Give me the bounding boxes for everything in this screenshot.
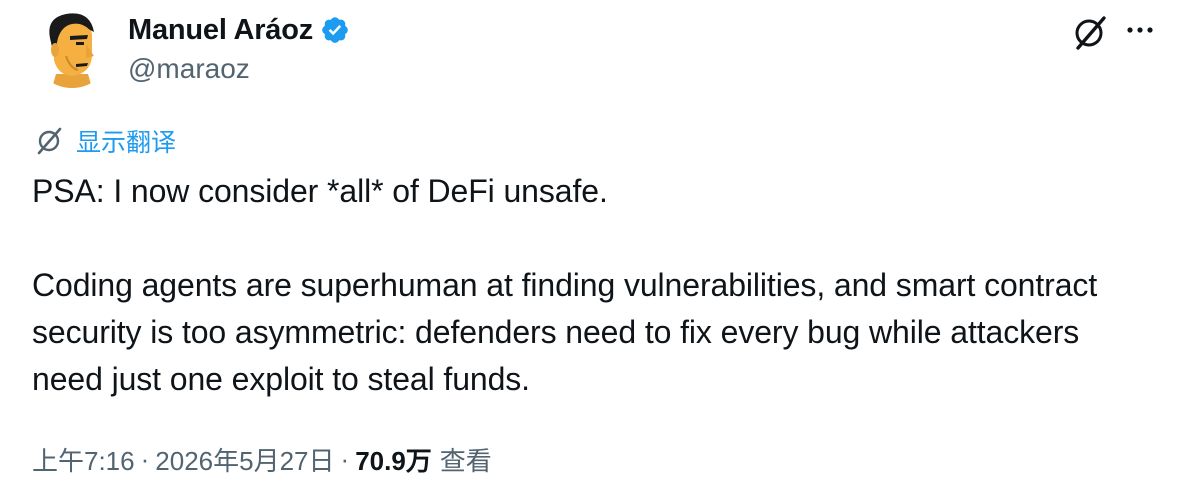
tweet-meta: 上午7:16 · 2026年5月27日 · 70.9万 查看 — [32, 440, 492, 478]
views-label: 查看 — [439, 445, 492, 476]
translate-label: 显示翻译 — [76, 129, 177, 157]
verified-badge-icon[interactable] — [320, 15, 350, 45]
views-count: 70.9万 — [355, 445, 432, 476]
grok-button[interactable] — [1068, 12, 1112, 52]
tweet-paragraph: Coding agents are superhuman at finding … — [32, 267, 1098, 397]
tweet-card: Manuel Aráoz @maraoz 显示翻译 PSA: I now con… — [0, 0, 1188, 502]
show-translation-link[interactable]: 显示翻译 — [33, 124, 176, 158]
meta-separator: · — [340, 443, 350, 474]
meta-separator: · — [140, 443, 150, 474]
author-handle[interactable]: @maraoz — [128, 53, 250, 85]
more-options-button[interactable] — [1122, 12, 1158, 48]
tweet-text: PSA: I now consider *all* of DeFi unsafe… — [32, 168, 1142, 403]
tweet-paragraph: PSA: I now consider *all* of DeFi unsafe… — [32, 173, 608, 209]
translate-icon — [37, 127, 62, 155]
tweet-time[interactable]: 上午7:16 — [32, 441, 135, 478]
grok-icon — [1075, 16, 1106, 50]
author-name-row: Manuel Aráoz — [128, 12, 350, 48]
tweet-date[interactable]: 2026年5月27日 — [155, 441, 334, 478]
avatar[interactable] — [32, 8, 112, 88]
avatar-illustration — [32, 8, 112, 88]
tweet-paragraph-spacer — [32, 215, 1142, 262]
more-horizontal-icon — [1127, 27, 1153, 33]
author-display-name[interactable]: Manuel Aráoz — [128, 14, 313, 47]
